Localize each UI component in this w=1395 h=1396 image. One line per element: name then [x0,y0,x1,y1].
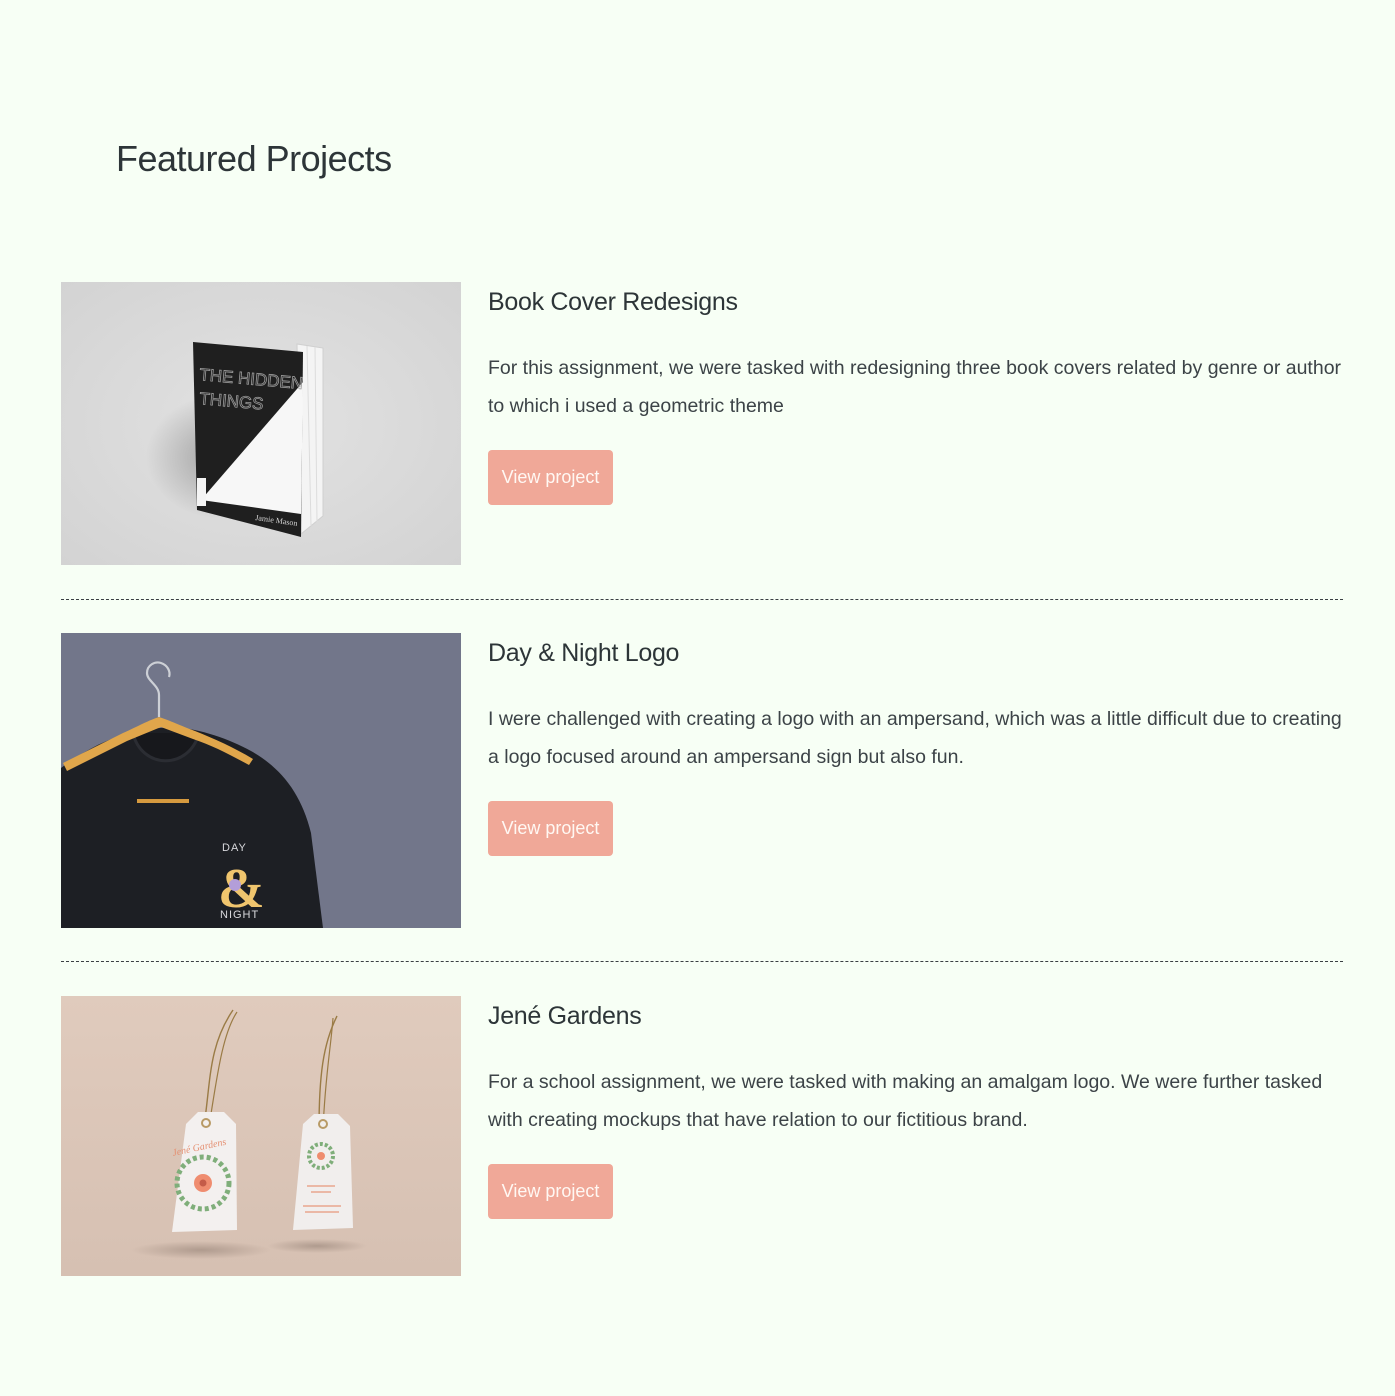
logo-day-text: DAY [222,842,247,854]
project-image-day-night[interactable]: DAY & NIGHT [61,633,461,928]
view-project-button[interactable]: View project [488,450,613,505]
project-title: Jené Gardens [488,1002,642,1030]
project-title: Day & Night Logo [488,639,680,667]
project-day-night-logo: DAY & NIGHT Day & Night Logo I were chal… [61,633,1343,928]
logo-night-text: NIGHT [220,909,259,921]
project-description: For this assignment, we were tasked with… [488,357,1342,417]
project-image-jene-gardens[interactable]: Jené Gardens [61,996,461,1276]
view-project-button[interactable]: View project [488,1164,613,1219]
project-description: I were challenged with creating a logo w… [488,708,1342,768]
page-title: Featured Projects [116,138,392,179]
project-divider [61,961,1343,962]
project-jene-gardens: Jené Gardens Jené Gardens For a school a… [61,996,1343,1276]
project-description: For a school assignment, we were tasked … [488,1071,1323,1131]
view-project-button[interactable]: View project [488,801,613,856]
project-divider [61,599,1343,600]
project-image-book-cover[interactable]: THE HIDDEN THINGS Jamie Mason [61,282,461,565]
project-book-cover: THE HIDDEN THINGS Jamie Mason Book Cover… [61,282,1343,565]
project-title: Book Cover Redesigns [488,288,738,316]
